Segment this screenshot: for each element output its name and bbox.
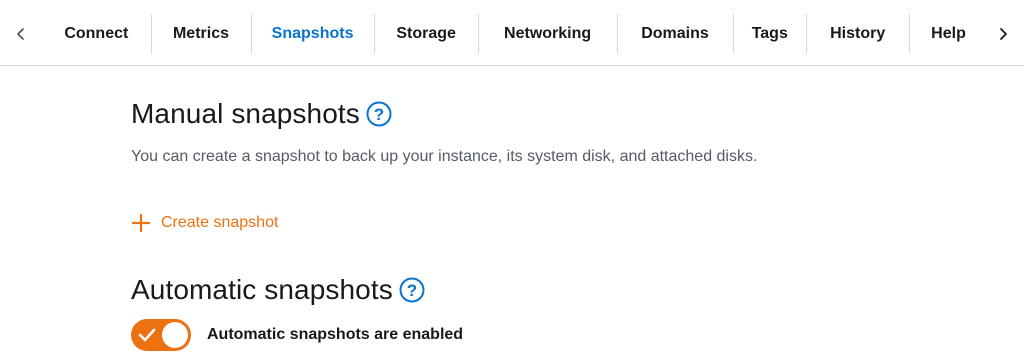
automatic-snapshots-toggle[interactable] <box>131 319 191 351</box>
tab-label: Domains <box>641 25 709 42</box>
tab-label: Storage <box>396 25 456 42</box>
tab-list: Connect Metrics Snapshots Storage Networ… <box>42 14 988 54</box>
check-icon <box>138 328 156 342</box>
tab-label: Connect <box>64 25 129 42</box>
manual-snapshots-description: You can create a snapshot to back up you… <box>131 148 758 165</box>
tab-tags[interactable]: Tags <box>733 14 806 54</box>
scroll-left-button[interactable] <box>6 14 36 54</box>
chevron-left-icon <box>17 28 24 40</box>
tab-snapshots[interactable]: Snapshots <box>251 14 373 54</box>
automatic-snapshots-title: Automatic snapshots <box>131 274 393 305</box>
tab-label: Snapshots <box>271 25 354 42</box>
tab-help[interactable]: Help <box>909 14 988 54</box>
automatic-snapshots-heading: Automatic snapshots ? <box>131 274 425 306</box>
tab-label: Metrics <box>172 25 229 42</box>
manual-snapshots-title: Manual snapshots <box>131 98 360 129</box>
create-snapshot-label: Create snapshot <box>161 214 279 231</box>
svg-text:?: ? <box>407 281 417 300</box>
scroll-right-button[interactable] <box>988 14 1018 54</box>
tab-connect[interactable]: Connect <box>42 14 151 54</box>
plus-icon <box>131 213 151 233</box>
tab-label: Tags <box>751 25 788 42</box>
chevron-right-icon <box>1000 28 1007 40</box>
toggle-knob <box>162 322 188 348</box>
help-icon[interactable]: ? <box>399 277 425 303</box>
tab-domains[interactable]: Domains <box>616 14 734 54</box>
help-icon[interactable]: ? <box>366 101 392 127</box>
tab-metrics[interactable]: Metrics <box>150 14 252 54</box>
tab-bar: Connect Metrics Snapshots Storage Networ… <box>0 0 1024 66</box>
tab-label: History <box>830 25 886 42</box>
create-snapshot-link[interactable]: Create snapshot <box>131 210 278 236</box>
tab-storage[interactable]: Storage <box>373 14 479 54</box>
tab-label: Help <box>931 25 966 42</box>
tab-networking[interactable]: Networking <box>478 14 616 54</box>
manual-snapshots-heading: Manual snapshots ? <box>131 98 392 130</box>
automatic-snapshots-toggle-label: Automatic snapshots are enabled <box>207 326 464 343</box>
tab-history[interactable]: History <box>806 14 909 54</box>
svg-text:?: ? <box>374 105 384 124</box>
tab-label: Networking <box>504 25 592 42</box>
